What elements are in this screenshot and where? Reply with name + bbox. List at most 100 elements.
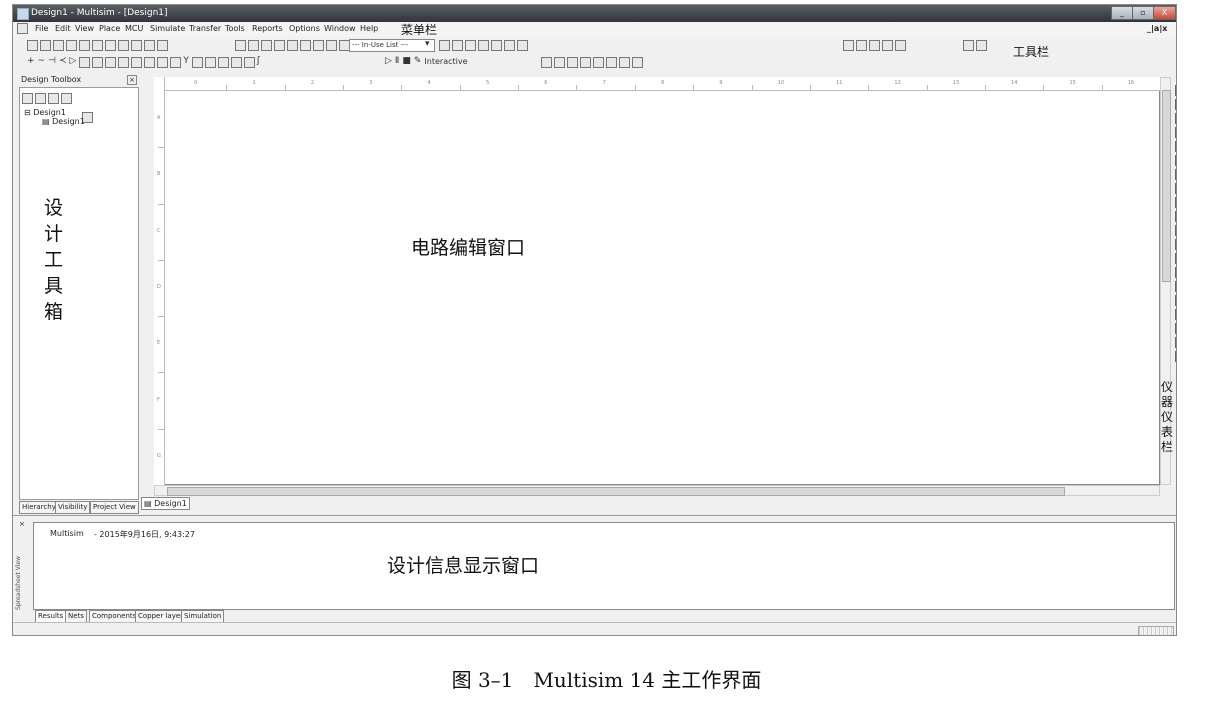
erc-icon[interactable] [313,40,324,51]
combo-dropdown-icon[interactable]: ▾ [425,38,430,51]
close-button[interactable]: X [1153,6,1176,20]
frequency-counter-icon[interactable] [1175,169,1176,180]
menu-window[interactable]: Window [324,24,356,33]
word-generator-icon[interactable] [1175,183,1176,194]
menu-file[interactable]: File [35,24,48,33]
menu-edit[interactable]: Edit [55,24,71,33]
misc-digital-icon[interactable] [105,57,117,68]
menu-reports[interactable]: Reports [252,24,283,33]
find-example-icon[interactable] [504,40,515,51]
save-all-icon[interactable] [66,40,77,51]
full-screen-icon[interactable] [895,40,906,51]
tile-vertical-icon[interactable] [976,40,987,51]
tektronix-scope-icon[interactable] [1175,323,1176,334]
toggle-toolbox-icon[interactable] [248,40,259,51]
network-analyzer-icon[interactable] [1175,267,1176,278]
toolbox-open-icon[interactable] [35,93,46,104]
distortion-analyzer-icon[interactable] [1175,239,1176,250]
help-icon[interactable] [517,40,528,51]
horizontal-scroll-thumb[interactable] [167,487,1065,496]
probe-current-icon[interactable] [465,40,476,51]
basic-icon[interactable]: ~ [38,55,46,68]
function-generator-icon[interactable] [1175,99,1176,110]
hierarchical-block-icon[interactable] [243,57,255,68]
probe-icon[interactable] [439,40,450,51]
tab-project-view[interactable]: Project View [90,501,139,514]
open-icon[interactable] [40,40,51,51]
diode-icon[interactable]: ⊣ [48,55,56,68]
electromechanical-icon[interactable] [191,57,203,68]
zoom-out-icon[interactable] [856,40,867,51]
source-icon[interactable]: + [27,55,35,68]
analog-icon[interactable]: ▷ [69,55,76,68]
toolbox-close-button[interactable]: × [127,75,137,85]
logic-analyzer-icon[interactable] [1175,211,1176,222]
undo-icon[interactable] [144,40,155,51]
tile-horizontal-icon[interactable] [963,40,974,51]
mixed-icon[interactable] [118,57,130,68]
agilent-generator-icon[interactable] [1175,281,1176,292]
transistor-icon[interactable]: ≺ [59,55,67,68]
advanced-peripherals-icon[interactable] [170,57,182,68]
horizontal-scrollbar[interactable] [154,485,1160,496]
grapher-icon[interactable] [235,40,246,51]
print-preview-icon[interactable] [92,40,103,51]
probe-power-icon[interactable] [478,40,489,51]
virtual-measurement-icon[interactable] [593,57,604,68]
menu-mcu[interactable]: MCU [125,24,143,33]
tree-item-child[interactable]: ▤ Design1 [24,117,85,126]
rf-icon[interactable]: Y [183,55,189,68]
toolbox-close-file-icon[interactable] [61,93,72,104]
misc-icon[interactable] [157,57,169,68]
spreadsheet-close-icon[interactable]: × [19,520,25,528]
spectrum-analyzer-icon[interactable] [1175,253,1176,264]
document-icon[interactable] [17,23,28,34]
paste-icon[interactable] [131,40,142,51]
maximize-button[interactable]: ▫ [1132,6,1154,20]
virtual-basic-icon[interactable] [554,57,565,68]
toolbox-save-icon[interactable] [48,93,59,104]
probe-voltage-icon[interactable] [452,40,463,51]
zoom-in-icon[interactable] [843,40,854,51]
multimeter-icon[interactable] [1175,85,1176,96]
menu-view[interactable]: View [75,24,94,33]
collapse-icon[interactable]: ⊟ [24,108,31,117]
labview-instrument-icon[interactable] [1175,337,1176,348]
menu-help[interactable]: Help [360,24,378,33]
spreadsheet-icon[interactable] [261,40,272,51]
print-icon[interactable] [79,40,90,51]
tab-design1[interactable]: ▤ Design1 [141,497,190,510]
menu-place[interactable]: Place [99,24,120,33]
in-use-list-combo[interactable]: --- In-Use List --- [349,39,435,52]
virtual-fet-icon[interactable] [580,57,591,68]
virtual-diode-icon[interactable] [567,57,578,68]
postprocessor-icon[interactable] [300,40,311,51]
copy-icon[interactable] [118,40,129,51]
mdi-controls[interactable]: _|a|x [1147,24,1167,33]
power-component-icon[interactable] [144,57,156,68]
component-wizard-icon[interactable] [287,40,298,51]
redo-icon[interactable] [157,40,168,51]
vertical-scroll-thumb[interactable] [1162,90,1171,282]
bode-plotter-icon[interactable] [1175,155,1176,166]
mcu-icon[interactable] [230,57,242,68]
virtual-power-icon[interactable] [619,57,630,68]
stop-icon[interactable]: ■ [402,55,411,68]
minimize-button[interactable]: _ [1111,6,1133,20]
zoom-area-icon[interactable] [869,40,880,51]
run-icon[interactable]: ▷ [385,55,392,68]
virtual-misc-icon[interactable] [606,57,617,68]
cut-icon[interactable] [105,40,116,51]
menu-transfer[interactable]: Transfer [189,24,221,33]
current-probe-icon[interactable] [1175,351,1176,362]
agilent-scope-icon[interactable] [1175,309,1176,320]
tab-hierarchy[interactable]: Hierarchy [19,501,59,514]
four-channel-scope-icon[interactable] [1175,141,1176,152]
bus-icon[interactable]: ʃ [257,55,260,68]
virtual-analog-icon[interactable] [541,57,552,68]
connector-icon[interactable] [217,57,229,68]
indicator-icon[interactable] [131,57,143,68]
logic-converter-icon[interactable] [1175,197,1176,208]
cmos-icon[interactable] [92,57,104,68]
menu-tools[interactable]: Tools [225,24,245,33]
